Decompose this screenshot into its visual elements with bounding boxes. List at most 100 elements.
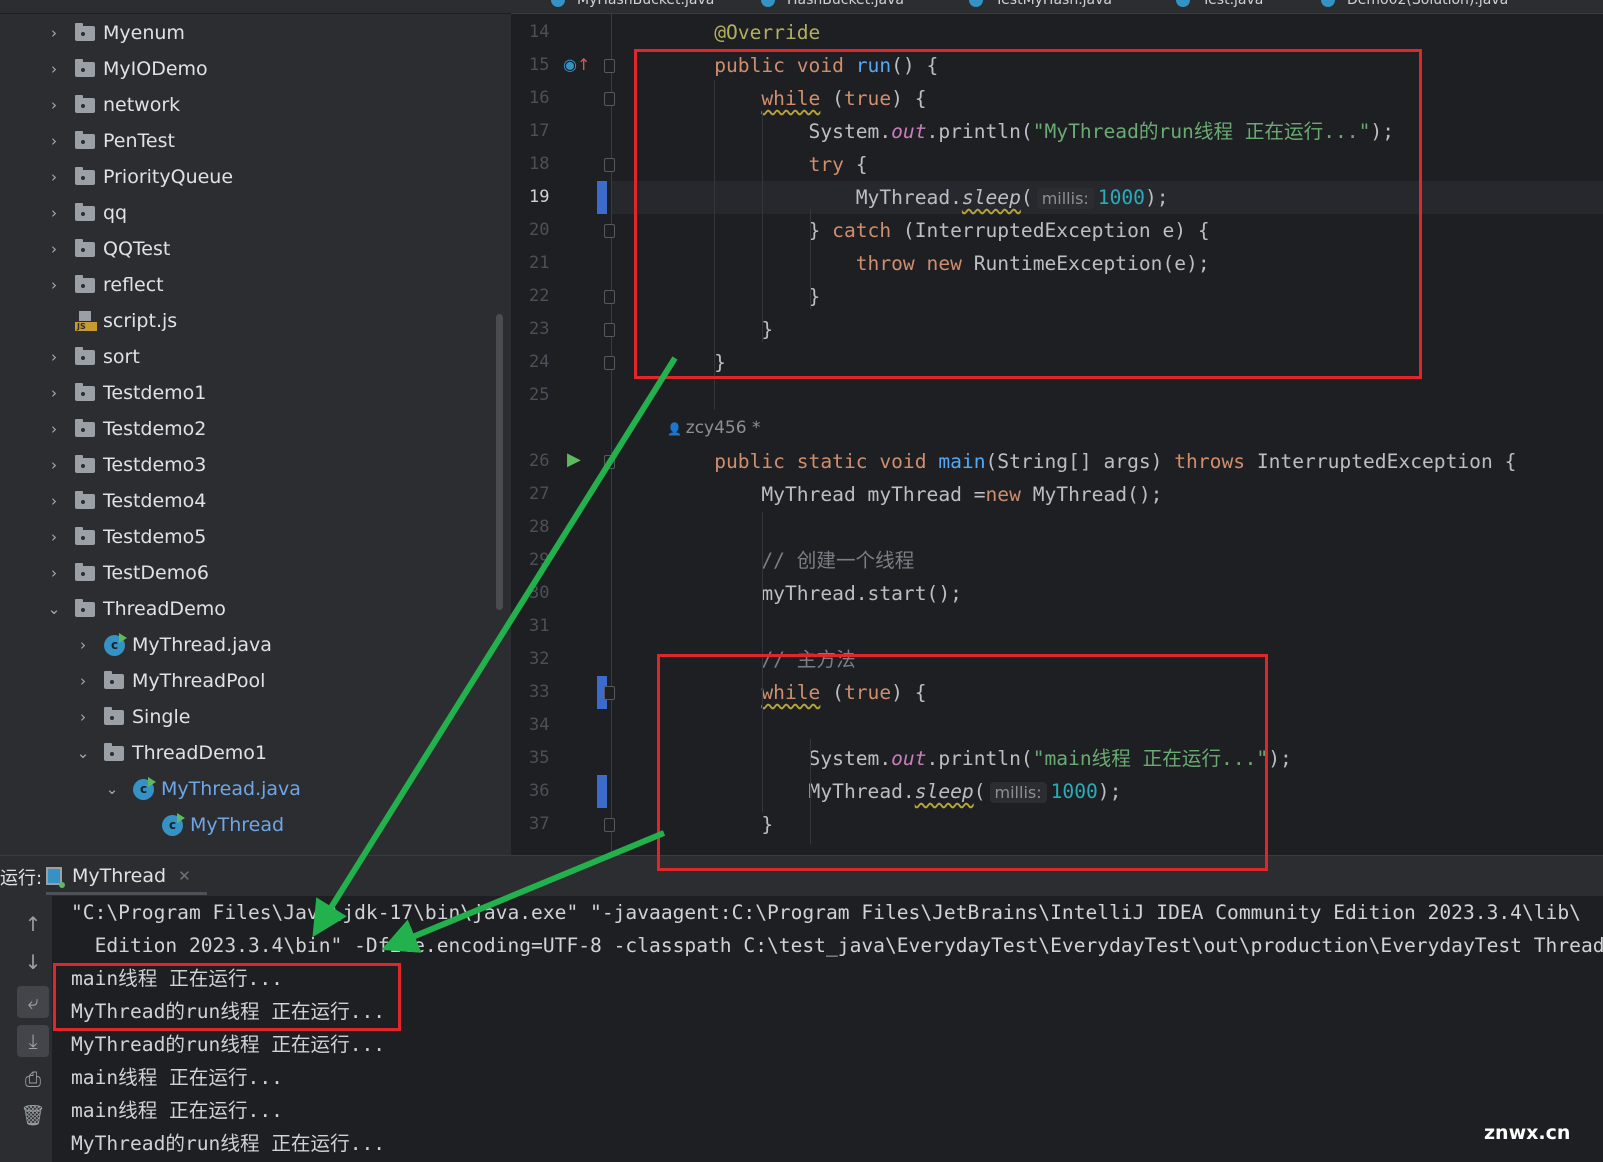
tree-item[interactable]: › Testdemo5 bbox=[47, 519, 206, 555]
chevron-right-icon[interactable]: › bbox=[76, 636, 90, 654]
tree-item[interactable]: ⌄ c MyThread.java bbox=[105, 771, 301, 807]
tree-item[interactable]: c MyThread bbox=[134, 807, 284, 843]
chevron-right-icon[interactable]: › bbox=[76, 708, 90, 726]
fold-icon[interactable] bbox=[604, 59, 615, 73]
tree-item-label: QQTest bbox=[103, 238, 171, 260]
soft-wrap-icon[interactable]: ⤶ bbox=[17, 986, 49, 1018]
chevron-right-icon[interactable]: › bbox=[76, 672, 90, 690]
close-icon[interactable]: ✕ bbox=[178, 867, 191, 885]
chevron-right-icon[interactable]: › bbox=[47, 456, 61, 474]
console-line: MyThread的run线程 正在运行... bbox=[71, 1033, 386, 1056]
run-icon[interactable]: ▶ bbox=[567, 449, 581, 470]
tab-label: MyHashBucket.java bbox=[577, 0, 715, 8]
chevron-right-icon[interactable]: › bbox=[47, 528, 61, 546]
chevron-right-icon[interactable]: › bbox=[47, 168, 61, 186]
folder-icon bbox=[75, 130, 95, 149]
editor-tabs: MyHashBucket.java HashBucket.java TestMyHa… bbox=[511, 0, 1603, 14]
tree-item-label: Testdemo3 bbox=[103, 454, 207, 476]
chevron-right-icon[interactable]: › bbox=[47, 60, 61, 78]
scroll-to-end-icon[interactable]: ⤓ bbox=[17, 1025, 49, 1057]
tree-item[interactable]: ⌄ ThreadDemo1 bbox=[76, 735, 267, 771]
tree-item[interactable]: › qq bbox=[47, 195, 127, 231]
tree-item[interactable]: › c MyThread.java bbox=[76, 627, 272, 663]
chevron-right-icon[interactable]: › bbox=[47, 276, 61, 294]
fold-icon[interactable] bbox=[604, 356, 615, 370]
java-class-icon bbox=[1321, 0, 1335, 7]
tree-item[interactable]: JS script.js bbox=[47, 303, 177, 339]
change-marker[interactable] bbox=[597, 181, 607, 214]
editor-tab[interactable]: Test.java bbox=[1176, 0, 1263, 8]
fold-icon[interactable] bbox=[604, 158, 615, 172]
tree-item[interactable]: › PenTest bbox=[47, 123, 175, 159]
tree-item-label: network bbox=[103, 94, 181, 116]
chevron-right-icon[interactable]: › bbox=[47, 492, 61, 510]
folder-icon bbox=[75, 58, 95, 77]
tree-item[interactable]: › reflect bbox=[47, 267, 164, 303]
scroll-up-icon[interactable]: ↑ bbox=[17, 908, 49, 940]
console-line: main线程 正在运行... bbox=[71, 1066, 283, 1089]
tree-item[interactable]: › Testdemo2 bbox=[47, 411, 206, 447]
chevron-right-icon[interactable]: › bbox=[47, 132, 61, 150]
tree-item[interactable]: › Testdemo4 bbox=[47, 483, 206, 519]
tab-label: HashBucket.java bbox=[787, 0, 904, 8]
chevron-right-icon[interactable]: › bbox=[47, 564, 61, 582]
fold-icon[interactable] bbox=[604, 224, 615, 238]
tree-item[interactable]: › Single bbox=[76, 699, 190, 735]
folder-icon bbox=[75, 274, 95, 293]
chevron-right-icon[interactable]: › bbox=[47, 384, 61, 402]
fold-icon[interactable] bbox=[604, 455, 615, 469]
tree-item[interactable]: › Testdemo3 bbox=[47, 447, 206, 483]
tree-item[interactable]: ⌄ ThreadDemo bbox=[47, 591, 226, 627]
java-class-icon bbox=[551, 0, 565, 7]
tree-item[interactable]: › MyIODemo bbox=[47, 51, 208, 87]
scroll-down-icon[interactable]: ↓ bbox=[17, 946, 49, 978]
change-marker[interactable] bbox=[597, 775, 607, 808]
fold-icon[interactable] bbox=[604, 290, 615, 304]
fold-icon[interactable] bbox=[604, 686, 615, 700]
js-file-icon: JS bbox=[75, 311, 97, 331]
chevron-right-icon[interactable]: › bbox=[47, 240, 61, 258]
chevron-right-icon[interactable]: › bbox=[47, 348, 61, 366]
sidebar-scrollbar[interactable] bbox=[496, 314, 503, 610]
chevron-down-icon[interactable]: ⌄ bbox=[76, 744, 90, 762]
tree-item[interactable]: › sort bbox=[47, 339, 140, 375]
tree-item[interactable]: › PriorityQueue bbox=[47, 159, 233, 195]
folder-icon bbox=[75, 202, 95, 221]
tree-item[interactable]: › network bbox=[47, 87, 180, 123]
line-number: 17 bbox=[529, 121, 550, 141]
fold-icon[interactable] bbox=[604, 818, 615, 832]
chevron-right-icon[interactable]: › bbox=[47, 204, 61, 222]
console-toolbar: ↑ ↓ ⤶ ⤓ ⎙ 🗑 bbox=[0, 896, 52, 1162]
chevron-down-icon[interactable]: ⌄ bbox=[47, 600, 61, 618]
folder-icon bbox=[75, 238, 95, 257]
tab-label: Test.java bbox=[1202, 0, 1264, 8]
code-line: myThread.start(); bbox=[667, 577, 962, 610]
fold-icon[interactable] bbox=[604, 323, 615, 337]
line-number: 18 bbox=[529, 154, 550, 174]
tree-item-label: PenTest bbox=[103, 130, 175, 152]
tree-item[interactable]: › MyThreadPool bbox=[76, 663, 265, 699]
folder-icon bbox=[75, 562, 95, 581]
tree-item[interactable]: › Testdemo1 bbox=[47, 375, 206, 411]
override-icon[interactable]: ◉↑ bbox=[563, 55, 590, 74]
line-number: 24 bbox=[529, 352, 550, 372]
editor-tab[interactable]: Demo02(Solution).java bbox=[1321, 0, 1508, 8]
chevron-down-icon[interactable]: ⌄ bbox=[105, 780, 119, 798]
tree-item[interactable]: › TestDemo6 bbox=[47, 555, 209, 591]
editor-tab[interactable]: TestMyHash.java bbox=[969, 0, 1112, 8]
print-icon[interactable]: ⎙ bbox=[17, 1063, 49, 1095]
tree-item[interactable]: › Myenum bbox=[47, 15, 185, 51]
editor-tab[interactable]: MyHashBucket.java bbox=[551, 0, 714, 8]
chevron-right-icon[interactable]: › bbox=[47, 420, 61, 438]
tree-item[interactable]: › QQTest bbox=[47, 231, 170, 267]
trash-icon[interactable]: 🗑 bbox=[17, 1099, 49, 1131]
watermark: znwx.cn bbox=[1484, 1122, 1571, 1144]
chevron-right-icon[interactable]: › bbox=[47, 96, 61, 114]
tab-mythread[interactable]: MyThread ✕ bbox=[46, 860, 207, 895]
folder-icon bbox=[104, 742, 124, 761]
fold-icon[interactable] bbox=[604, 92, 615, 106]
console-line: main线程 正在运行... bbox=[71, 1099, 283, 1122]
editor-tab[interactable]: HashBucket.java bbox=[761, 0, 904, 8]
chevron-right-icon[interactable]: › bbox=[47, 24, 61, 42]
